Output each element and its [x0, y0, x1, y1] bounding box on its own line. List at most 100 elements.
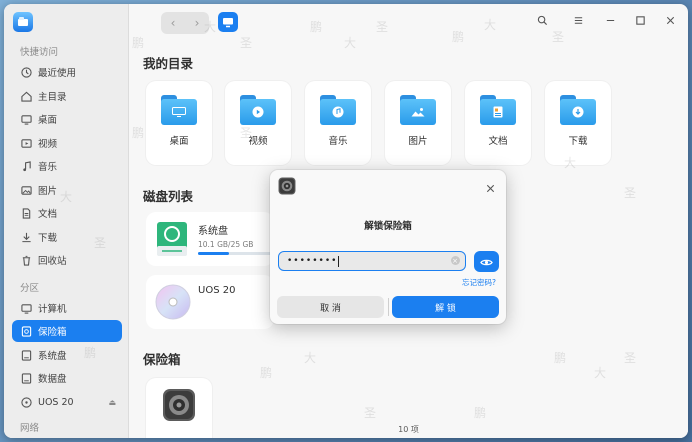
dir-card-desktop[interactable]: 桌面 [146, 81, 212, 165]
clock-icon [20, 66, 32, 78]
title-bar: ‹ › [128, 4, 688, 40]
vault-icon [20, 325, 32, 337]
minimize-icon [605, 15, 616, 29]
dialog-title: 解锁保险箱 [364, 221, 412, 232]
sidebar-item-computer[interactable]: 计算机 [12, 297, 122, 319]
sidebar-item-label: 文档 [38, 209, 58, 220]
status-bar: 10 项 [398, 425, 419, 434]
minimize-button[interactable] [602, 14, 618, 30]
sidebar-item-label: 视频 [38, 139, 58, 150]
dir-card-pictures[interactable]: 图片 [385, 81, 451, 165]
dir-label: 下载 [568, 136, 588, 147]
eye-icon [480, 252, 493, 271]
forward-button[interactable]: › [185, 12, 209, 34]
disk-icon [20, 372, 32, 384]
maximize-icon [635, 15, 646, 29]
sidebar-item-downloads[interactable]: 下载 [12, 226, 122, 248]
sidebar-item-label: UOS 20 [38, 396, 74, 408]
document-folder-icon [480, 95, 516, 125]
disk-usage: 10.1 GB/25 GB [198, 240, 254, 249]
sidebar-item-label: 桌面 [38, 115, 58, 126]
my-directories-title: 我的目录 [143, 56, 194, 71]
clear-input-icon[interactable]: × [451, 256, 460, 265]
disk-list-title: 磁盘列表 [143, 189, 194, 204]
dir-label: 音乐 [328, 136, 348, 147]
dir-label: 视频 [248, 136, 268, 147]
picture-icon [20, 184, 32, 196]
partition-label: 分区 [20, 283, 40, 294]
search-button[interactable] [534, 14, 550, 30]
close-icon [665, 15, 676, 29]
disk-icon [20, 349, 32, 361]
dir-label: 图片 [408, 136, 428, 147]
document-icon [20, 207, 32, 219]
button-divider [388, 298, 389, 316]
disk-usage-fill [198, 252, 229, 255]
picture-folder-icon [400, 95, 436, 125]
sidebar-item-label: 下载 [38, 233, 58, 244]
forgot-password-link[interactable]: 忘记密码? [462, 277, 496, 288]
close-button[interactable] [662, 14, 678, 30]
sidebar-item-data-disk[interactable]: 数据盘 [12, 367, 122, 389]
file-manager-window: 快捷访问 最近使用 主目录 桌面 视频 音乐 图片 文档 下载 回收站 分区 计… [4, 4, 688, 438]
vault-icon [278, 177, 296, 199]
quick-access-label: 快捷访问 [20, 47, 59, 58]
unlock-button[interactable]: 解 锁 [392, 296, 499, 318]
disk-card-uos20[interactable]: UOS 20 [146, 275, 274, 329]
navigation-buttons: ‹ › [161, 12, 209, 34]
show-password-button[interactable] [474, 251, 499, 272]
dir-card-music[interactable]: 音乐 [305, 81, 371, 165]
cdrom-icon [20, 396, 32, 408]
search-icon [537, 15, 548, 29]
sidebar-item-vault[interactable]: 保险箱 [12, 320, 122, 342]
download-folder-icon [560, 95, 596, 125]
desktop-icon [20, 113, 32, 125]
dir-label: 文档 [488, 136, 508, 147]
disk-usage-bar [198, 252, 274, 255]
sidebar-item-label: 主目录 [38, 92, 67, 103]
sidebar-item-music[interactable]: 音乐 [12, 155, 122, 177]
disk-name: 系统盘 [198, 226, 228, 237]
sidebar-item-recent[interactable]: 最近使用 [12, 61, 122, 83]
disk-name: UOS 20 [198, 285, 236, 296]
sidebar-item-uos20[interactable]: UOS 20 ⏏ [12, 391, 122, 413]
dir-card-video[interactable]: 视频 [225, 81, 291, 165]
sidebar-item-label: 计算机 [38, 304, 67, 315]
sidebar-item-video[interactable]: 视频 [12, 132, 122, 154]
computer-view-button[interactable] [218, 12, 238, 32]
disk-card-system[interactable]: 系统盘 10.1 GB/25 GB [146, 212, 274, 266]
dir-card-downloads[interactable]: 下载 [545, 81, 611, 165]
menu-button[interactable] [570, 14, 586, 30]
trash-icon [20, 254, 32, 266]
sidebar-item-pictures[interactable]: 图片 [12, 179, 122, 201]
sidebar-item-home[interactable]: 主目录 [12, 85, 122, 107]
back-button[interactable]: ‹ [161, 12, 185, 34]
sidebar-item-label: 回收站 [38, 256, 67, 267]
password-value: •••••••• [287, 256, 338, 266]
sidebar-item-label: 图片 [38, 186, 58, 197]
dialog-close-button[interactable] [485, 179, 496, 198]
maximize-button[interactable] [632, 14, 648, 30]
vault-icon [162, 388, 196, 426]
video-icon [20, 137, 32, 149]
password-input[interactable]: •••••••• × [278, 251, 466, 271]
sidebar-item-desktop[interactable]: 桌面 [12, 108, 122, 130]
cdrom-icon [155, 284, 191, 324]
chevron-right-icon: › [194, 16, 200, 30]
chevron-left-icon: ‹ [170, 16, 176, 30]
home-icon [20, 90, 32, 102]
sidebar-item-label: 数据盘 [38, 374, 67, 385]
download-icon [20, 231, 32, 243]
video-folder-icon [240, 95, 276, 125]
sidebar-item-system-disk[interactable]: 系统盘 [12, 344, 122, 366]
eject-icon[interactable]: ⏏ [108, 398, 116, 407]
menu-icon [573, 15, 584, 29]
unlock-vault-dialog: 解锁保险箱 •••••••• × 忘记密码? 取 消 解 锁 [270, 170, 506, 324]
desktop-folder-icon [161, 95, 197, 125]
cancel-button[interactable]: 取 消 [277, 296, 384, 318]
sidebar-item-documents[interactable]: 文档 [12, 202, 122, 224]
sidebar-item-trash[interactable]: 回收站 [12, 249, 122, 271]
dir-label: 桌面 [169, 136, 189, 147]
sidebar-item-label: 保险箱 [38, 327, 67, 338]
dir-card-documents[interactable]: 文档 [465, 81, 531, 165]
